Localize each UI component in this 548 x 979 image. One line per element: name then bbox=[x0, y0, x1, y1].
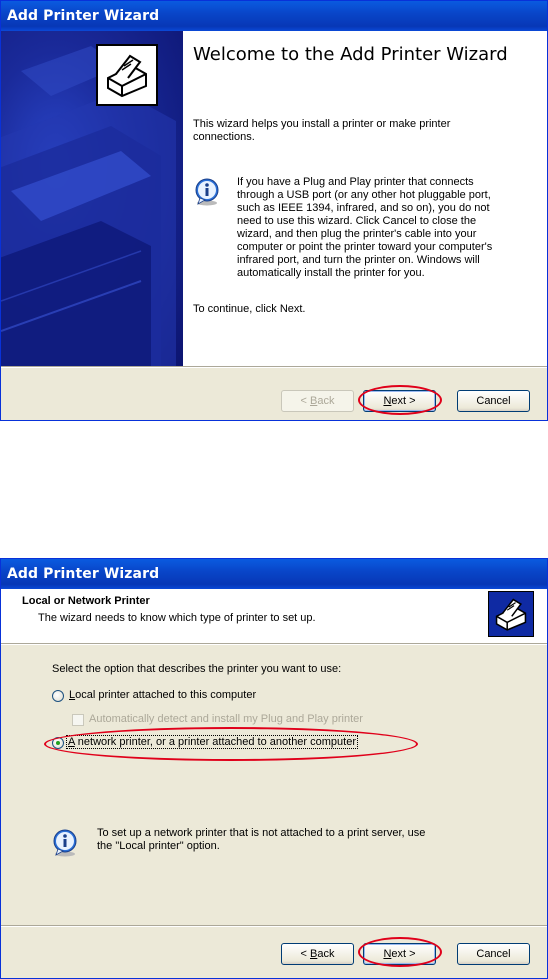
next-button[interactable]: Next > bbox=[363, 390, 436, 412]
add-printer-wizard-type-window: Add Printer Wizard Local or Network Prin… bbox=[0, 558, 548, 979]
add-printer-wizard-welcome-window: Add Printer Wizard Welcome to the Add Pr… bbox=[0, 0, 548, 421]
back-label-rest: ack bbox=[317, 948, 335, 960]
local-label-rest: ocal printer attached to this computer bbox=[75, 689, 257, 701]
cancel-button[interactable]: Cancel bbox=[457, 943, 530, 965]
next-button[interactable]: Next > bbox=[363, 943, 436, 965]
network-mnemonic: A bbox=[68, 736, 75, 748]
next-label-rest: ext > bbox=[391, 948, 416, 960]
auto-detect-checkbox[interactable] bbox=[72, 714, 84, 726]
network-printer-label[interactable]: A network printer, or a printer attached… bbox=[66, 735, 358, 749]
network-printer-radio[interactable] bbox=[52, 737, 64, 749]
header-divider bbox=[1, 643, 547, 645]
printer-icon bbox=[488, 591, 534, 637]
page-subtitle: The wizard needs to know which type of p… bbox=[38, 612, 316, 624]
welcome-heading: Welcome to the Add Printer Wizard bbox=[193, 44, 508, 65]
back-button[interactable]: < Back bbox=[281, 390, 354, 412]
cancel-button[interactable]: Cancel bbox=[457, 390, 530, 412]
selection-prompt: Select the option that describes the pri… bbox=[52, 663, 342, 675]
footer-divider bbox=[1, 925, 547, 927]
local-printer-label[interactable]: Local printer attached to this computer bbox=[69, 689, 256, 701]
next-label-rest: ext > bbox=[391, 395, 416, 407]
auto-detect-label: Automatically detect and install my Plug… bbox=[89, 713, 363, 725]
back-prefix: < bbox=[300, 395, 310, 407]
title-bar[interactable]: Add Printer Wizard bbox=[1, 1, 547, 31]
back-button[interactable]: < Back bbox=[281, 943, 354, 965]
local-printer-radio[interactable] bbox=[52, 690, 64, 702]
back-prefix: < bbox=[300, 948, 310, 960]
info-icon bbox=[194, 178, 222, 206]
plug-and-play-info-text: If you have a Plug and Play printer that… bbox=[237, 176, 493, 279]
network-label-rest: network printer, or a printer attached t… bbox=[74, 736, 356, 748]
title-bar[interactable]: Add Printer Wizard bbox=[1, 559, 547, 589]
page-title: Local or Network Printer bbox=[22, 595, 150, 607]
printer-icon bbox=[96, 44, 158, 106]
footer-divider bbox=[1, 366, 547, 368]
wizard-body: Welcome to the Add Printer Wizard This w… bbox=[1, 31, 547, 366]
wizard-banner bbox=[1, 31, 183, 366]
back-label-rest: ack bbox=[317, 395, 335, 407]
info-icon bbox=[52, 829, 80, 857]
continue-instruction: To continue, click Next. bbox=[193, 303, 306, 315]
network-info-text: To set up a network printer that is not … bbox=[97, 827, 426, 852]
intro-text: This wizard helps you install a printer … bbox=[193, 118, 451, 143]
